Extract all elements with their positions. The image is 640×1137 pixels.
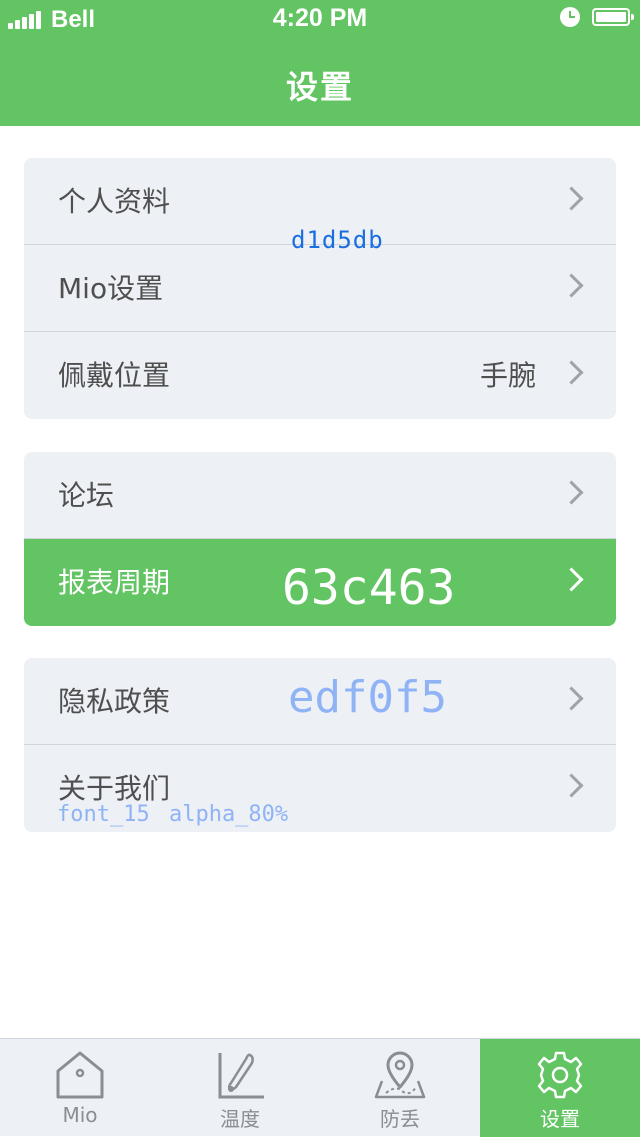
chevron-right-icon	[559, 686, 584, 711]
house-icon	[56, 1051, 104, 1099]
tab-anti-lost[interactable]: 防丢	[320, 1039, 480, 1137]
annotation-font-note: font_15 alpha_80%	[57, 802, 289, 827]
chevron-right-icon	[559, 186, 584, 211]
map-pin-icon	[374, 1051, 426, 1099]
nav-bar: 设置	[0, 40, 640, 126]
tab-settings[interactable]: 设置	[480, 1039, 640, 1137]
row-label: 论坛	[58, 479, 115, 512]
status-bar: Bell 4:20 PM	[0, 0, 640, 40]
tab-label: Mio	[62, 1103, 98, 1127]
tab-label: 防丢	[380, 1107, 420, 1131]
row-mio-settings[interactable]: Mio设置	[24, 245, 616, 332]
alarm-clock-icon	[560, 7, 580, 27]
annotation-row-bg-color: edf0f5	[288, 672, 447, 723]
row-wear-position[interactable]: 佩戴位置 手腕	[24, 332, 616, 419]
row-label: 报表周期	[58, 566, 171, 599]
tab-temperature[interactable]: 温度	[160, 1039, 320, 1137]
chevron-right-icon	[559, 480, 584, 505]
chevron-right-icon	[559, 773, 584, 798]
status-right	[560, 7, 634, 27]
page-title: 设置	[285, 68, 354, 106]
row-label: 个人资料	[58, 185, 171, 218]
row-label: 隐私政策	[58, 685, 171, 718]
annotation-divider-color: d1d5db	[291, 226, 384, 254]
tab-mio[interactable]: Mio	[0, 1039, 160, 1137]
status-time: 4:20 PM	[272, 4, 368, 32]
row-label: Mio设置	[58, 272, 164, 305]
row-value: 手腕	[479, 359, 536, 392]
settings-group-1: 个人资料 Mio设置 佩戴位置 手腕	[24, 158, 616, 419]
tab-label: 设置	[540, 1107, 580, 1131]
tab-bar: Mio 温度 防丢 设置	[0, 1038, 640, 1137]
chevron-right-icon	[559, 273, 584, 298]
chevron-right-icon	[559, 360, 584, 385]
gear-icon	[537, 1051, 583, 1099]
battery-icon	[592, 8, 634, 26]
row-label: 佩戴位置	[58, 359, 171, 392]
thermometer-icon	[218, 1053, 264, 1099]
annotation-accent-color: 63c463	[282, 560, 456, 616]
tab-label: 温度	[220, 1107, 260, 1131]
row-forum[interactable]: 论坛	[24, 452, 616, 539]
chevron-right-icon	[559, 567, 584, 592]
